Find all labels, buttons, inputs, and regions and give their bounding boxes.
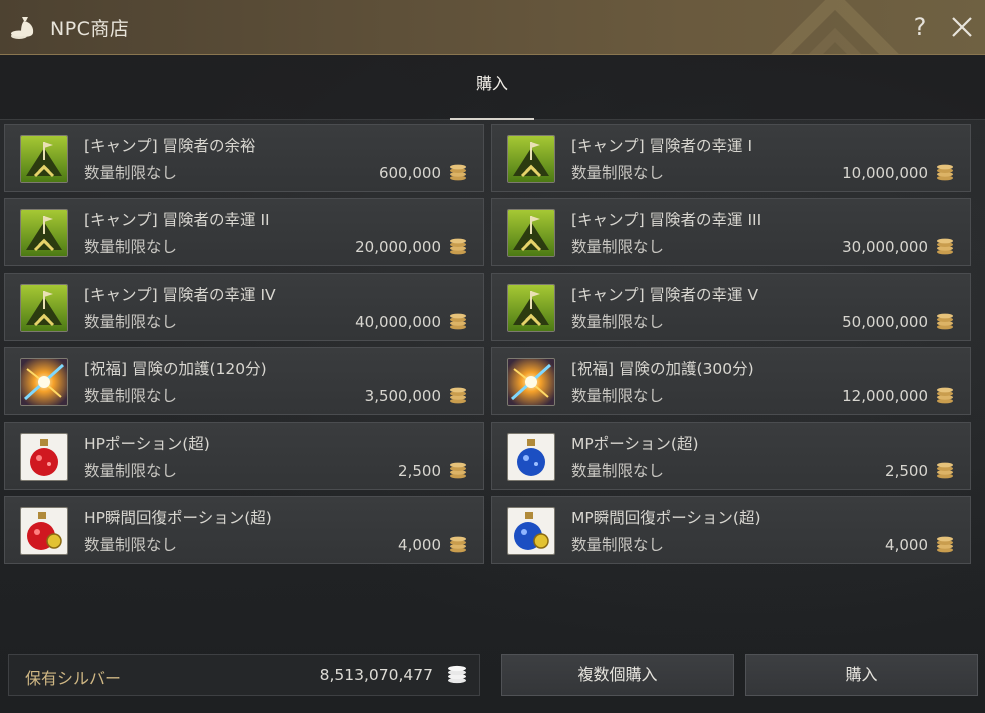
mp-instant-potion-icon	[507, 507, 555, 555]
item-name: MPポーション(超)	[571, 434, 699, 453]
buy-button[interactable]: 購入	[745, 654, 978, 696]
item-quantity-limit: 数量制限なし	[84, 238, 178, 257]
camp-tent-icon	[20, 283, 68, 332]
hp-instant-potion-icon	[20, 507, 68, 555]
item-list: [キャンプ] 冒険者の余裕 数量制限なし 600,000 [キャンプ] 冒険者の幸運 …	[4, 124, 976, 569]
silver-coin-icon	[449, 387, 467, 404]
item-name: [キャンプ] 冒険者の余裕	[84, 137, 256, 155]
item-price: 20,000,000	[355, 238, 441, 257]
item-quantity-limit: 数量制限なし	[571, 536, 665, 554]
blessing-sparkle-icon	[20, 358, 68, 407]
title-bar-ornament	[771, 0, 899, 54]
tab-purchase[interactable]: 購入	[450, 69, 534, 120]
silver-coin-icon	[936, 536, 954, 553]
title-bar[interactable]: NPC商店 ?	[0, 0, 985, 55]
silver-coin-icon	[936, 387, 954, 404]
mp-potion-icon	[507, 432, 555, 481]
tab-bar: 購入	[0, 55, 985, 120]
item-name: [キャンプ] 冒険者の幸運 IV	[84, 285, 276, 304]
bulk-buy-button[interactable]: 複数個購入	[501, 654, 734, 696]
window-title: NPC商店	[50, 18, 130, 40]
help-button[interactable]: ?	[907, 12, 933, 42]
silver-coin-icon	[936, 164, 954, 181]
item-price: 4,000	[885, 536, 928, 554]
camp-tent-icon	[20, 209, 68, 258]
item-price: 40,000,000	[355, 312, 441, 331]
money-bag-icon	[11, 17, 34, 39]
silver-amount: 8,513,070,477	[319, 666, 433, 684]
item-price: 3,500,000	[364, 387, 441, 406]
silver-coin-icon	[448, 665, 466, 684]
item-quantity-limit: 数量制限なし	[84, 312, 178, 331]
item-quantity-limit: 数量制限なし	[571, 312, 665, 331]
silver-coin-icon	[936, 238, 954, 255]
camp-tent-icon	[507, 209, 555, 258]
silver-coin-icon	[936, 313, 954, 330]
item-quantity-limit: 数量制限なし	[84, 387, 178, 406]
silver-coin-icon	[449, 313, 467, 330]
shop-item[interactable]: [キャンプ] 冒険者の余裕 数量制限なし 600,000	[4, 124, 484, 192]
shop-item[interactable]: MP瞬間回復ポーション(超) 数量制限なし 4,000	[491, 496, 971, 564]
camp-tent-icon	[507, 135, 555, 183]
camp-tent-icon	[507, 283, 555, 332]
silver-coin-icon	[449, 164, 467, 181]
item-price: 4,000	[398, 536, 441, 554]
item-name: [祝福] 冒険の加護(120分)	[84, 360, 267, 379]
close-icon[interactable]	[948, 13, 976, 41]
silver-coin-icon	[936, 462, 954, 479]
item-name: [キャンプ] 冒険者の幸運 II	[84, 211, 270, 230]
item-name: [キャンプ] 冒険者の幸運 V	[571, 285, 759, 304]
npc-shop-window: NPC商店 ? 購入 [キャンプ] 冒険者の余裕 数量制限なし 600,000 [キャ…	[0, 0, 985, 713]
item-quantity-limit: 数量制限なし	[571, 461, 665, 480]
item-price: 600,000	[378, 164, 441, 182]
hp-potion-icon	[20, 432, 68, 481]
item-name: [祝福] 冒険の加護(300分)	[571, 360, 754, 379]
shop-item[interactable]: HPポーション(超) 数量制限なし 2,500	[4, 421, 484, 490]
silver-balance: 保有シルバー 8,513,070,477	[8, 654, 480, 696]
item-name: HP瞬間回復ポーション(超)	[84, 509, 272, 527]
shop-item[interactable]: [祝福] 冒険の加護(120分) 数量制限なし 3,500,000	[4, 347, 484, 416]
item-name: [キャンプ] 冒険者の幸運 III	[571, 211, 762, 230]
shop-item[interactable]: MPポーション(超) 数量制限なし 2,500	[491, 421, 971, 490]
shop-item[interactable]: [キャンプ] 冒険者の幸運 IV 数量制限なし 40,000,000	[4, 272, 484, 341]
item-price: 10,000,000	[842, 164, 928, 182]
camp-tent-icon	[20, 135, 68, 183]
shop-item[interactable]: HP瞬間回復ポーション(超) 数量制限なし 4,000	[4, 496, 484, 564]
item-name: [キャンプ] 冒険者の幸運 I	[571, 137, 753, 155]
shop-item[interactable]: [キャンプ] 冒険者の幸運 I 数量制限なし 10,000,000	[491, 124, 971, 192]
item-price: 50,000,000	[842, 312, 928, 331]
silver-coin-icon	[449, 536, 467, 553]
item-price: 2,500	[885, 461, 928, 480]
item-price: 2,500	[398, 461, 441, 480]
shop-item[interactable]: [祝福] 冒険の加護(300分) 数量制限なし 12,000,000	[491, 347, 971, 416]
item-quantity-limit: 数量制限なし	[84, 461, 178, 480]
blessing-sparkle-icon	[507, 358, 555, 407]
item-quantity-limit: 数量制限なし	[571, 164, 665, 182]
item-price: 30,000,000	[842, 238, 928, 257]
item-quantity-limit: 数量制限なし	[571, 387, 665, 406]
shop-item[interactable]: [キャンプ] 冒険者の幸運 V 数量制限なし 50,000,000	[491, 272, 971, 341]
item-quantity-limit: 数量制限なし	[84, 536, 178, 554]
item-name: MP瞬間回復ポーション(超)	[571, 509, 761, 527]
item-quantity-limit: 数量制限なし	[84, 164, 178, 182]
shop-item[interactable]: [キャンプ] 冒険者の幸運 II 数量制限なし 20,000,000	[4, 198, 484, 267]
shop-item[interactable]: [キャンプ] 冒険者の幸運 III 数量制限なし 30,000,000	[491, 198, 971, 267]
silver-coin-icon	[449, 238, 467, 255]
item-quantity-limit: 数量制限なし	[571, 238, 665, 257]
item-price: 12,000,000	[842, 387, 928, 406]
silver-label: 保有シルバー	[25, 669, 122, 688]
item-name: HPポーション(超)	[84, 434, 210, 453]
silver-coin-icon	[449, 462, 467, 479]
